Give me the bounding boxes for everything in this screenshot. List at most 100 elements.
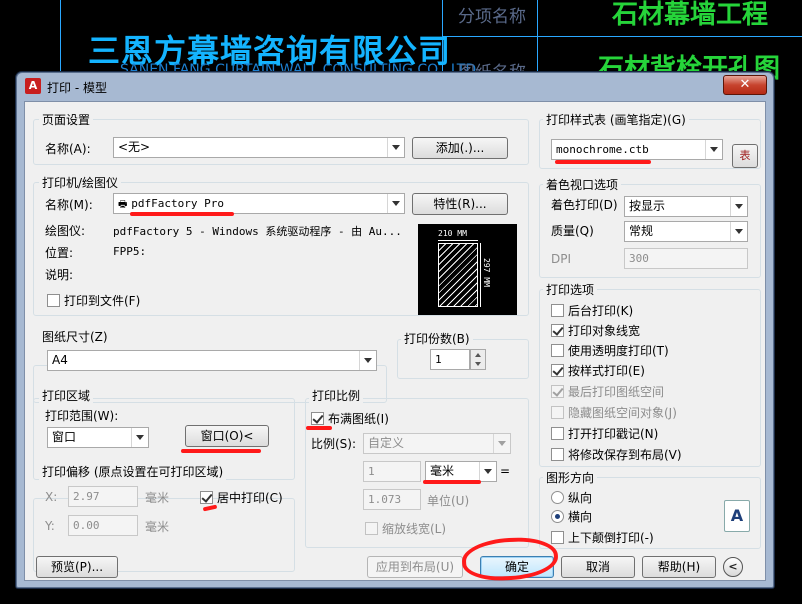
red-annotation-underline bbox=[555, 160, 651, 164]
plot-area-group-title: 打印区域 bbox=[39, 387, 94, 404]
checkbox-box bbox=[551, 427, 564, 440]
scale-unit-combo[interactable]: 毫米 bbox=[425, 461, 497, 482]
cad-border-line bbox=[442, 36, 802, 37]
dialog-client-area: 页面设置 名称(A): <无> 添加(.)... 打印机/绘图仪 名称(M): … bbox=[24, 101, 766, 583]
page-setup-name-value: <无> bbox=[118, 140, 151, 154]
plot-lineweights-checkbox[interactable]: 打印对象线宽 bbox=[551, 322, 640, 339]
checkbox-box bbox=[200, 491, 213, 504]
chevron-down-icon bbox=[493, 434, 510, 453]
checkbox-label: 使用透明度打印(T) bbox=[568, 344, 669, 358]
x-offset-label: X: bbox=[45, 490, 58, 504]
scale-value-1-input[interactable]: 1 bbox=[363, 461, 421, 482]
close-button[interactable]: ✕ bbox=[723, 75, 767, 95]
red-annotation-underline bbox=[306, 426, 332, 430]
edit-table-icon: 表 bbox=[739, 149, 751, 162]
landscape-radio[interactable]: 横向 bbox=[551, 508, 592, 525]
shade-plot-combo[interactable]: 按显示 bbox=[624, 196, 748, 217]
plotter-value: pdfFactory 5 - Windows 系统驱动程序 - 由 Au... bbox=[113, 225, 402, 238]
printer-name-combo[interactable]: 🖶 pdfFactory Pro bbox=[113, 193, 405, 214]
checkbox-label: 缩放线宽(L) bbox=[382, 522, 447, 536]
plotter-label: 绘图仪: bbox=[45, 224, 86, 238]
hide-paperspace-objects-checkbox[interactable]: 隐藏图纸空间对象(J) bbox=[551, 404, 677, 421]
help-button[interactable]: 帮助(H) bbox=[642, 556, 716, 578]
plot-with-styles-checkbox[interactable]: 按样式打印(E) bbox=[551, 362, 645, 379]
paper-sheet-graphic bbox=[438, 243, 478, 307]
dpi-label: DPI bbox=[551, 252, 572, 266]
paper-size-combo[interactable]: A4 bbox=[47, 350, 377, 371]
printer-properties-button[interactable]: 特性(R)... bbox=[412, 193, 508, 215]
more-options-button[interactable]: < bbox=[723, 557, 743, 577]
shade-plot-value: 按显示 bbox=[629, 199, 666, 213]
chevron-down-icon bbox=[359, 351, 376, 370]
checkbox-box bbox=[47, 294, 60, 307]
checkbox-label: 后台打印(K) bbox=[568, 304, 634, 318]
x-offset-input[interactable]: 2.97 bbox=[68, 486, 138, 507]
checkbox-label: 打印对象线宽 bbox=[568, 324, 641, 338]
edit-plot-style-button[interactable]: 表 bbox=[732, 144, 758, 168]
checkbox-label: 打开打印戳记(N) bbox=[568, 427, 659, 441]
checkbox-label: 打印到文件(F) bbox=[64, 294, 141, 308]
plot-range-value: 窗口 bbox=[52, 430, 77, 444]
plot-style-value: monochrome.ctb bbox=[556, 143, 649, 156]
paper-size-value: A4 bbox=[52, 353, 68, 367]
checkbox-box bbox=[551, 344, 564, 357]
copies-input[interactable]: 1 bbox=[430, 349, 470, 370]
save-changes-to-layout-checkbox[interactable]: 将修改保存到布局(V) bbox=[551, 446, 682, 463]
print-dialog: A 打印 - 模型 ✕ 页面设置 名称(A): <无> 添加(.)... 打印机… bbox=[16, 72, 774, 588]
cad-field-value: 石材幕墙工程 bbox=[612, 0, 769, 30]
copies-group-title: 打印份数(B) bbox=[401, 330, 473, 347]
plot-stamp-checkbox[interactable]: 打开打印戳记(N) bbox=[551, 425, 658, 442]
chevron-down-icon bbox=[479, 462, 496, 481]
dialog-title: 打印 - 模型 bbox=[47, 81, 107, 95]
orientation-title: 图形方向 bbox=[543, 469, 598, 486]
plot-paperspace-last-checkbox[interactable]: 最后打印图纸空间 bbox=[551, 383, 664, 400]
paper-preview: 210 MM 297 MM bbox=[418, 224, 517, 315]
red-annotation-underline bbox=[423, 480, 481, 484]
checkbox-label: 将修改保存到布局(V) bbox=[568, 448, 682, 462]
plot-style-table-title: 打印样式表 (画笔指定)(G) bbox=[543, 111, 689, 128]
dpi-input[interactable]: 300 bbox=[624, 248, 748, 269]
y-offset-input[interactable]: 0.00 bbox=[68, 515, 138, 536]
plot-style-combo[interactable]: monochrome.ctb bbox=[551, 139, 723, 160]
dialog-titlebar[interactable]: A 打印 - 模型 ✕ bbox=[17, 73, 773, 100]
scale-lineweights-checkbox[interactable]: 缩放线宽(L) bbox=[365, 520, 446, 537]
radio-dot bbox=[551, 491, 564, 504]
plot-offset-group-title: 打印偏移 (原点设置在可打印区域) bbox=[39, 463, 227, 480]
center-plot-checkbox[interactable]: 居中打印(C) bbox=[200, 489, 283, 506]
portrait-radio[interactable]: 纵向 bbox=[551, 489, 592, 506]
window-select-button[interactable]: 窗口(O)< bbox=[185, 425, 269, 447]
checkbox-box bbox=[551, 304, 564, 317]
cancel-button[interactable]: 取消 bbox=[561, 556, 635, 578]
checkbox-label: 按样式打印(E) bbox=[568, 364, 645, 378]
scale-unit-value: 毫米 bbox=[430, 464, 455, 478]
dimension-line bbox=[438, 240, 478, 241]
radio-dot bbox=[551, 510, 564, 523]
upside-down-checkbox[interactable]: 上下颠倒打印(-) bbox=[551, 529, 654, 546]
page-setup-group-title: 页面设置 bbox=[39, 111, 94, 128]
quality-value: 常规 bbox=[629, 224, 654, 238]
preview-button[interactable]: 预览(P)... bbox=[36, 556, 118, 578]
chevron-down-icon bbox=[131, 428, 148, 447]
chevron-down-icon bbox=[705, 140, 722, 159]
plot-options-title: 打印选项 bbox=[543, 281, 598, 298]
apply-to-layout-button[interactable]: 应用到布局(U) bbox=[367, 556, 463, 578]
plot-transparency-checkbox[interactable]: 使用透明度打印(T) bbox=[551, 342, 669, 359]
quality-combo[interactable]: 常规 bbox=[624, 221, 748, 242]
printer-group-title: 打印机/绘图仪 bbox=[39, 174, 122, 191]
checkbox-label: 布满图纸(I) bbox=[328, 412, 389, 426]
add-page-setup-button[interactable]: 添加(.)... bbox=[412, 137, 508, 159]
scale-value-2-input[interactable]: 1.073 bbox=[363, 489, 421, 510]
background-plot-checkbox[interactable]: 后台打印(K) bbox=[551, 302, 633, 319]
print-to-file-checkbox[interactable]: 打印到文件(F) bbox=[47, 292, 140, 309]
copies-spinner[interactable] bbox=[470, 349, 486, 370]
dimension-line bbox=[480, 243, 481, 307]
page-setup-name-combo[interactable]: <无> bbox=[113, 137, 405, 158]
description-label: 说明: bbox=[45, 268, 74, 282]
y-offset-unit: 毫米 bbox=[145, 520, 170, 534]
checkbox-box bbox=[551, 385, 564, 398]
printer-icon: 🖶 bbox=[118, 199, 128, 210]
red-annotation-underline bbox=[181, 449, 261, 453]
fit-to-paper-checkbox[interactable]: 布满图纸(I) bbox=[311, 410, 389, 427]
plot-range-combo[interactable]: 窗口 bbox=[47, 427, 149, 448]
scale-combo[interactable]: 自定义 bbox=[363, 433, 511, 454]
